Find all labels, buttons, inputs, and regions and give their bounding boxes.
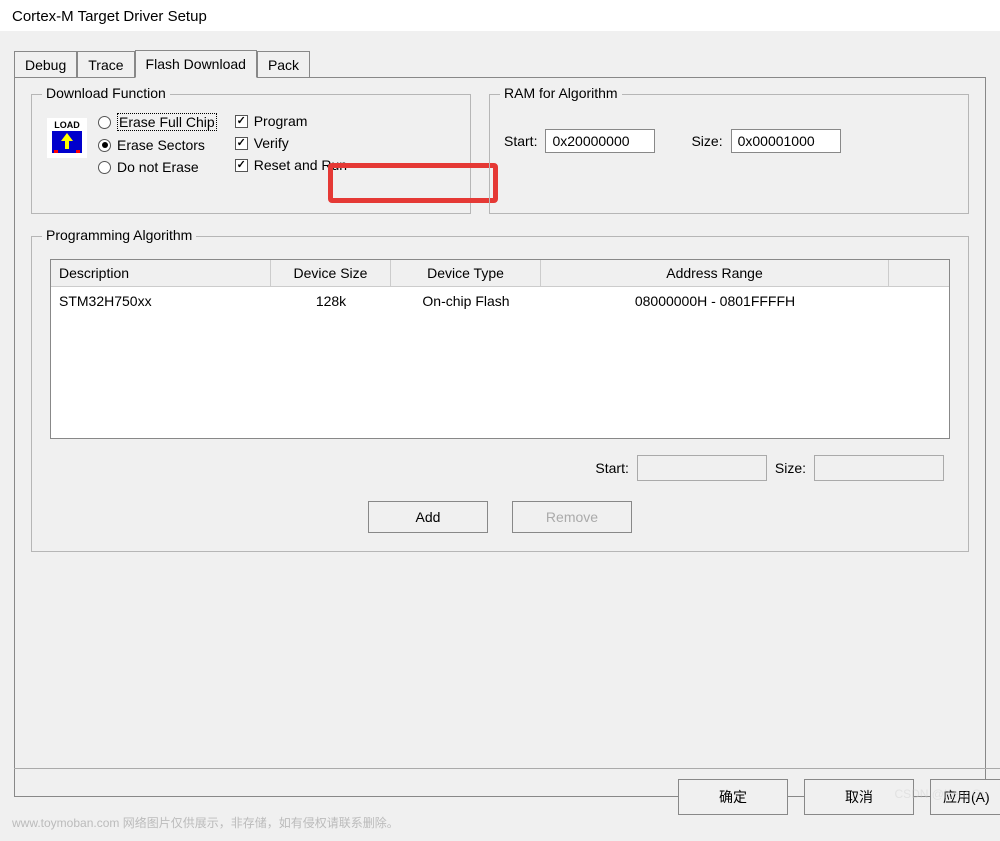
erase-options: Erase Full Chip Erase Sectors Do not Era… bbox=[98, 113, 217, 175]
tab-strip: Debug Trace Flash Download Pack bbox=[14, 45, 986, 77]
separator-line bbox=[14, 768, 1000, 769]
footer-start-input bbox=[637, 455, 767, 481]
ram-size-input[interactable] bbox=[731, 129, 841, 153]
download-function-title: Download Function bbox=[42, 85, 170, 101]
programming-algorithm-title: Programming Algorithm bbox=[42, 227, 196, 243]
content-area: Debug Trace Flash Download Pack Download… bbox=[0, 31, 1000, 797]
cell-device-type: On-chip Flash bbox=[391, 287, 541, 315]
window-title: Cortex-M Target Driver Setup bbox=[0, 0, 1000, 31]
ram-algorithm-title: RAM for Algorithm bbox=[500, 85, 622, 101]
table-row[interactable]: STM32H750xx 128k On-chip Flash 08000000H… bbox=[51, 287, 949, 315]
ram-size-label: Size: bbox=[691, 133, 722, 149]
checkbox-verify[interactable]: Verify bbox=[235, 135, 347, 151]
cell-description: STM32H750xx bbox=[51, 287, 271, 315]
footer-size-input bbox=[814, 455, 944, 481]
algorithm-footer: Start: Size: bbox=[50, 455, 950, 481]
cell-device-size: 128k bbox=[271, 287, 391, 315]
radio-do-not-erase[interactable]: Do not Erase bbox=[98, 159, 217, 175]
cell-address-range: 08000000H - 0801FFFFH bbox=[541, 287, 889, 315]
tab-debug[interactable]: Debug bbox=[14, 51, 77, 78]
checkbox-icon bbox=[235, 115, 248, 128]
col-device-size[interactable]: Device Size bbox=[271, 260, 391, 286]
tab-trace[interactable]: Trace bbox=[77, 51, 134, 78]
radio-icon bbox=[98, 161, 111, 174]
checkbox-program[interactable]: Program bbox=[235, 113, 347, 129]
watermark-left: www.toymoban.com 网络图片仅供展示，非存储，如有侵权请联系删除。 bbox=[12, 814, 399, 831]
programming-algorithm-group: Programming Algorithm Description Device… bbox=[31, 236, 969, 552]
check-options: Program Verify Reset and Run bbox=[235, 113, 347, 175]
watermark-right: CSDN @Kent Gu bbox=[894, 787, 988, 801]
add-button[interactable]: Add bbox=[368, 501, 488, 533]
dialog-window: Cortex-M Target Driver Setup Debug Trace… bbox=[0, 0, 1000, 841]
tab-flash-download[interactable]: Flash Download bbox=[135, 50, 257, 78]
radio-icon bbox=[98, 116, 111, 129]
checkbox-icon bbox=[235, 159, 248, 172]
ok-button[interactable]: 确定 bbox=[678, 779, 788, 815]
col-spacer bbox=[889, 260, 949, 286]
tab-pack[interactable]: Pack bbox=[257, 51, 310, 78]
radio-label: Erase Full Chip bbox=[117, 113, 217, 131]
checkbox-reset-and-run[interactable]: Reset and Run bbox=[235, 157, 347, 173]
download-function-group: Download Function LOAD bbox=[31, 94, 471, 214]
table-header: Description Device Size Device Type Addr… bbox=[51, 260, 949, 287]
footer-start-label: Start: bbox=[595, 460, 628, 476]
radio-label: Do not Erase bbox=[117, 159, 199, 175]
col-address-range[interactable]: Address Range bbox=[541, 260, 889, 286]
ram-start-label: Start: bbox=[504, 133, 537, 149]
algorithm-table[interactable]: Description Device Size Device Type Addr… bbox=[50, 259, 950, 439]
col-device-type[interactable]: Device Type bbox=[391, 260, 541, 286]
ram-algorithm-group: RAM for Algorithm Start: Size: bbox=[489, 94, 969, 214]
top-row: Download Function LOAD bbox=[31, 94, 969, 214]
radio-label: Erase Sectors bbox=[117, 137, 205, 153]
load-icon: LOAD bbox=[46, 117, 88, 159]
footer-size-label: Size: bbox=[775, 460, 806, 476]
radio-erase-full-chip[interactable]: Erase Full Chip bbox=[98, 113, 217, 131]
col-description[interactable]: Description bbox=[51, 260, 271, 286]
checkbox-label: Program bbox=[254, 113, 308, 129]
checkbox-label: Reset and Run bbox=[254, 157, 347, 173]
algorithm-buttons: Add Remove bbox=[50, 501, 950, 533]
svg-text:LOAD: LOAD bbox=[54, 120, 80, 130]
ram-start-input[interactable] bbox=[545, 129, 655, 153]
radio-icon bbox=[98, 139, 111, 152]
radio-erase-sectors[interactable]: Erase Sectors bbox=[98, 137, 217, 153]
checkbox-icon bbox=[235, 137, 248, 150]
tab-body: Download Function LOAD bbox=[14, 77, 986, 797]
checkbox-label: Verify bbox=[254, 135, 289, 151]
remove-button: Remove bbox=[512, 501, 632, 533]
